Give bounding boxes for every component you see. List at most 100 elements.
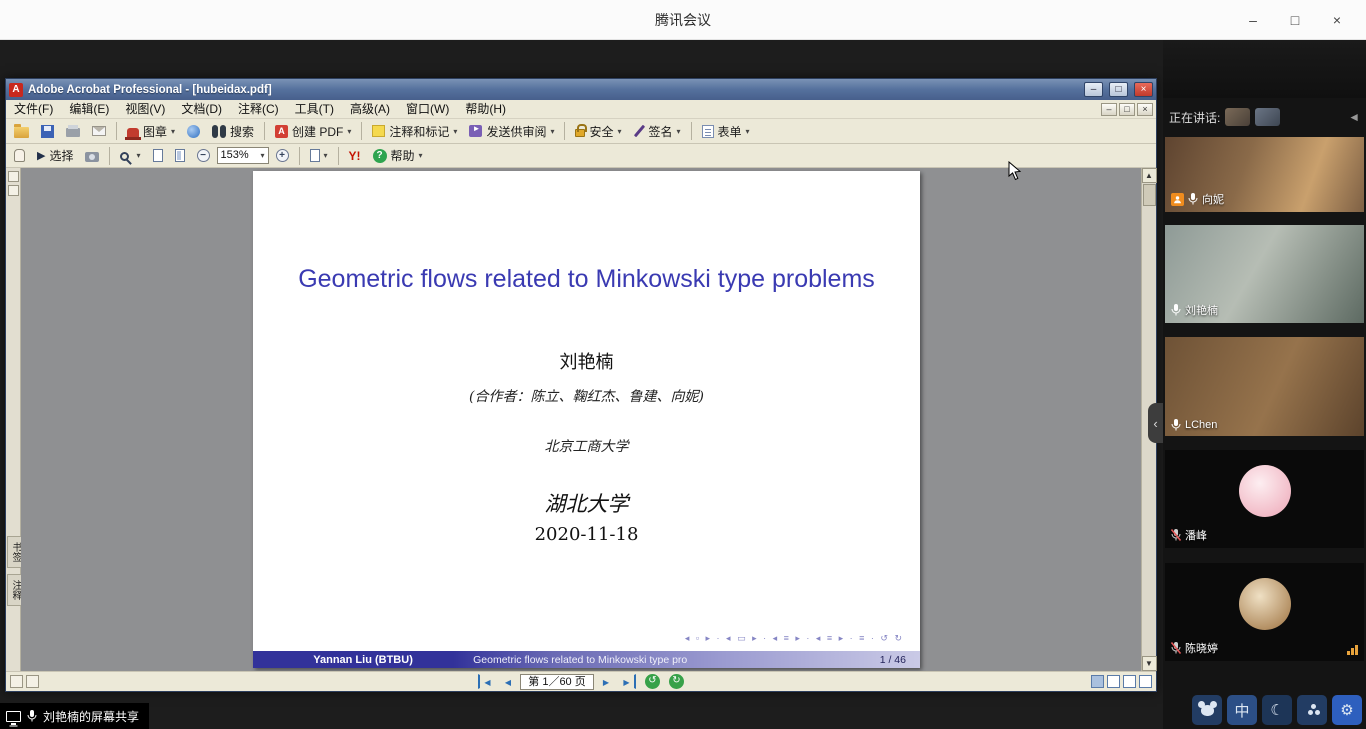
page-number-field[interactable]: 第 1／60 页 <box>520 674 594 690</box>
page-view-button[interactable] <box>148 146 168 165</box>
sidebar-collapse-handle[interactable]: ‹ <box>1148 403 1163 443</box>
slide-collaborators: (合作者：陈立、鞠红杰、鲁建、向妮) <box>253 386 920 406</box>
pane-icon[interactable] <box>8 171 19 182</box>
taskbar-icons: 中 ☾ ⚙ <box>1192 695 1362 725</box>
snapshot-button[interactable] <box>80 147 104 165</box>
chevron-down-icon: ▾ <box>746 127 750 136</box>
participant-name: LChen <box>1185 419 1217 431</box>
previous-page-button[interactable]: ◀ <box>499 674 517 689</box>
screen-share-area: Adobe Acrobat Professional - [hubeidax.p… <box>0 40 1163 729</box>
navigation-pane-strip: 书签 注释 <box>6 168 21 671</box>
app-icon-chat[interactable] <box>1192 695 1222 725</box>
comment-markup-label: 注释和标记 <box>389 123 449 140</box>
mic-icon <box>1188 193 1198 205</box>
help-button[interactable]: 帮助 ▾ <box>368 144 428 167</box>
acrobat-menubar: 文件(F) 编辑(E) 视图(V) 文档(D) 注释(C) 工具(T) 高级(A… <box>6 100 1156 119</box>
facing-view-icon[interactable] <box>1123 675 1136 688</box>
zoom-level-select[interactable]: 153% ▾ <box>217 147 269 164</box>
single-page-view-icon[interactable] <box>1091 675 1104 688</box>
doc-close-icon[interactable]: × <box>1137 103 1153 116</box>
mouse-cursor <box>1008 161 1022 181</box>
help-icon <box>373 149 387 163</box>
search-button[interactable]: 搜索 <box>207 120 259 143</box>
menu-edit[interactable]: 编辑(E) <box>61 100 117 119</box>
slide-venue: 湖北大学 <box>253 488 920 518</box>
menu-file[interactable]: 文件(F) <box>6 100 61 119</box>
maximize-icon[interactable]: □ <box>1274 0 1316 40</box>
next-view-button[interactable]: ↻ <box>669 674 684 689</box>
web-button[interactable] <box>182 122 205 141</box>
close-icon[interactable]: × <box>1316 0 1358 40</box>
acrobat-toolbar-file: 图章 ▾ 搜索 创建 PDF ▾ 注释和标记 ▾ 发送供审阅 <box>6 119 1156 144</box>
select-tool-button[interactable]: ▶ 选择 <box>32 144 78 167</box>
moon-icon[interactable]: ☾ <box>1262 695 1292 725</box>
page-width-button[interactable] <box>170 146 190 165</box>
settings-gear-icon[interactable]: ⚙ <box>1332 695 1362 725</box>
folder-open-icon <box>14 127 29 138</box>
host-badge-icon <box>1171 193 1184 206</box>
participant-tile-2[interactable]: 刘艳楠 <box>1165 225 1364 323</box>
scroll-up-icon[interactable]: ▲ <box>1142 168 1157 183</box>
participant-tile-4[interactable]: 潘峰 <box>1165 450 1364 548</box>
zoom-out-button[interactable]: − <box>192 146 215 165</box>
menu-window[interactable]: 窗口(W) <box>398 100 457 119</box>
search-icon <box>212 125 218 138</box>
doc-restore-icon[interactable]: □ <box>1119 103 1135 116</box>
create-pdf-button[interactable]: 创建 PDF ▾ <box>270 120 356 143</box>
screen-share-icon <box>6 711 21 722</box>
avatar <box>1239 465 1291 517</box>
continuous-facing-view-icon[interactable] <box>1139 675 1152 688</box>
participant-tile-1[interactable]: 向妮 <box>1165 137 1364 212</box>
participant-tile-3[interactable]: LChen <box>1165 337 1364 436</box>
menu-advanced[interactable]: 高级(A) <box>342 100 398 119</box>
first-page-button[interactable]: ◀ <box>478 674 496 689</box>
chevron-down-icon: ▾ <box>453 127 457 136</box>
ime-icon[interactable]: 中 <box>1227 695 1257 725</box>
open-button[interactable] <box>9 121 34 141</box>
zoom-in-button[interactable]: + <box>271 146 294 165</box>
forms-button[interactable]: 表单 ▾ <box>697 120 755 143</box>
acrobat-close-icon[interactable]: × <box>1134 82 1153 97</box>
secure-button[interactable]: 安全 ▾ <box>570 120 626 143</box>
app-icon-dots[interactable] <box>1297 695 1327 725</box>
scroll-down-icon[interactable]: ▼ <box>1142 656 1157 671</box>
document-area[interactable]: Geometric flows related to Minkowski typ… <box>21 168 1141 671</box>
email-button[interactable] <box>87 123 111 139</box>
print-button[interactable] <box>61 122 85 140</box>
sidebar-top-strip <box>1163 40 1366 98</box>
menu-tools[interactable]: 工具(T) <box>287 100 342 119</box>
menu-help[interactable]: 帮助(H) <box>457 100 514 119</box>
rotate-button[interactable]: ▾ <box>305 146 333 165</box>
sign-button[interactable]: 签名 ▾ <box>629 120 686 143</box>
acrobat-titlebar[interactable]: Adobe Acrobat Professional - [hubeidax.p… <box>6 79 1156 100</box>
pen-icon <box>633 125 644 138</box>
zoom-tool-button[interactable]: ▾ <box>115 148 145 164</box>
stamp-button[interactable]: 图章 ▾ <box>122 120 180 143</box>
comment-markup-button[interactable]: 注释和标记 ▾ <box>367 120 462 143</box>
pane-icon[interactable] <box>8 185 19 196</box>
save-button[interactable] <box>36 122 59 141</box>
slide-page: Geometric flows related to Minkowski typ… <box>253 171 920 668</box>
next-page-button[interactable]: ▶ <box>597 674 615 689</box>
participant-tile-5[interactable]: 陈晓婷 <box>1165 563 1364 661</box>
acrobat-restore-icon[interactable]: □ <box>1109 82 1128 97</box>
send-review-button[interactable]: 发送供审阅 ▾ <box>464 120 559 143</box>
doc-minimize-icon[interactable]: – <box>1101 103 1117 116</box>
scrollbar-thumb[interactable] <box>1143 184 1156 206</box>
continuous-view-icon[interactable] <box>1107 675 1120 688</box>
previous-view-button[interactable]: ↺ <box>645 674 660 689</box>
acrobat-statusbar: ◀ ◀ 第 1／60 页 ▶ ▶ ↺ ↻ <box>6 671 1156 691</box>
page-icon <box>153 149 163 162</box>
minimize-icon[interactable]: – <box>1232 0 1274 40</box>
last-page-button[interactable]: ▶ <box>618 674 636 689</box>
slide-footer-title: Geometric flows related to Minkowski typ… <box>473 654 740 666</box>
hand-tool-button[interactable] <box>9 146 30 165</box>
dots-icon <box>1308 710 1313 715</box>
menu-document[interactable]: 文档(D) <box>173 100 230 119</box>
speaker-back-icon[interactable]: ◄ <box>1348 110 1360 124</box>
yahoo-toolbar-button[interactable]: Y! <box>344 146 366 166</box>
slide-nav-icons: ◂ ▫ ▸ · ◂ ▭ ▸ · ◂ ≡ ▸ · ◂ ≡ ▸ · ≡ · ↺ ↻ <box>685 633 904 644</box>
menu-comments[interactable]: 注释(C) <box>230 100 287 119</box>
menu-view[interactable]: 视图(V) <box>117 100 173 119</box>
acrobat-minimize-icon[interactable]: – <box>1084 82 1103 97</box>
